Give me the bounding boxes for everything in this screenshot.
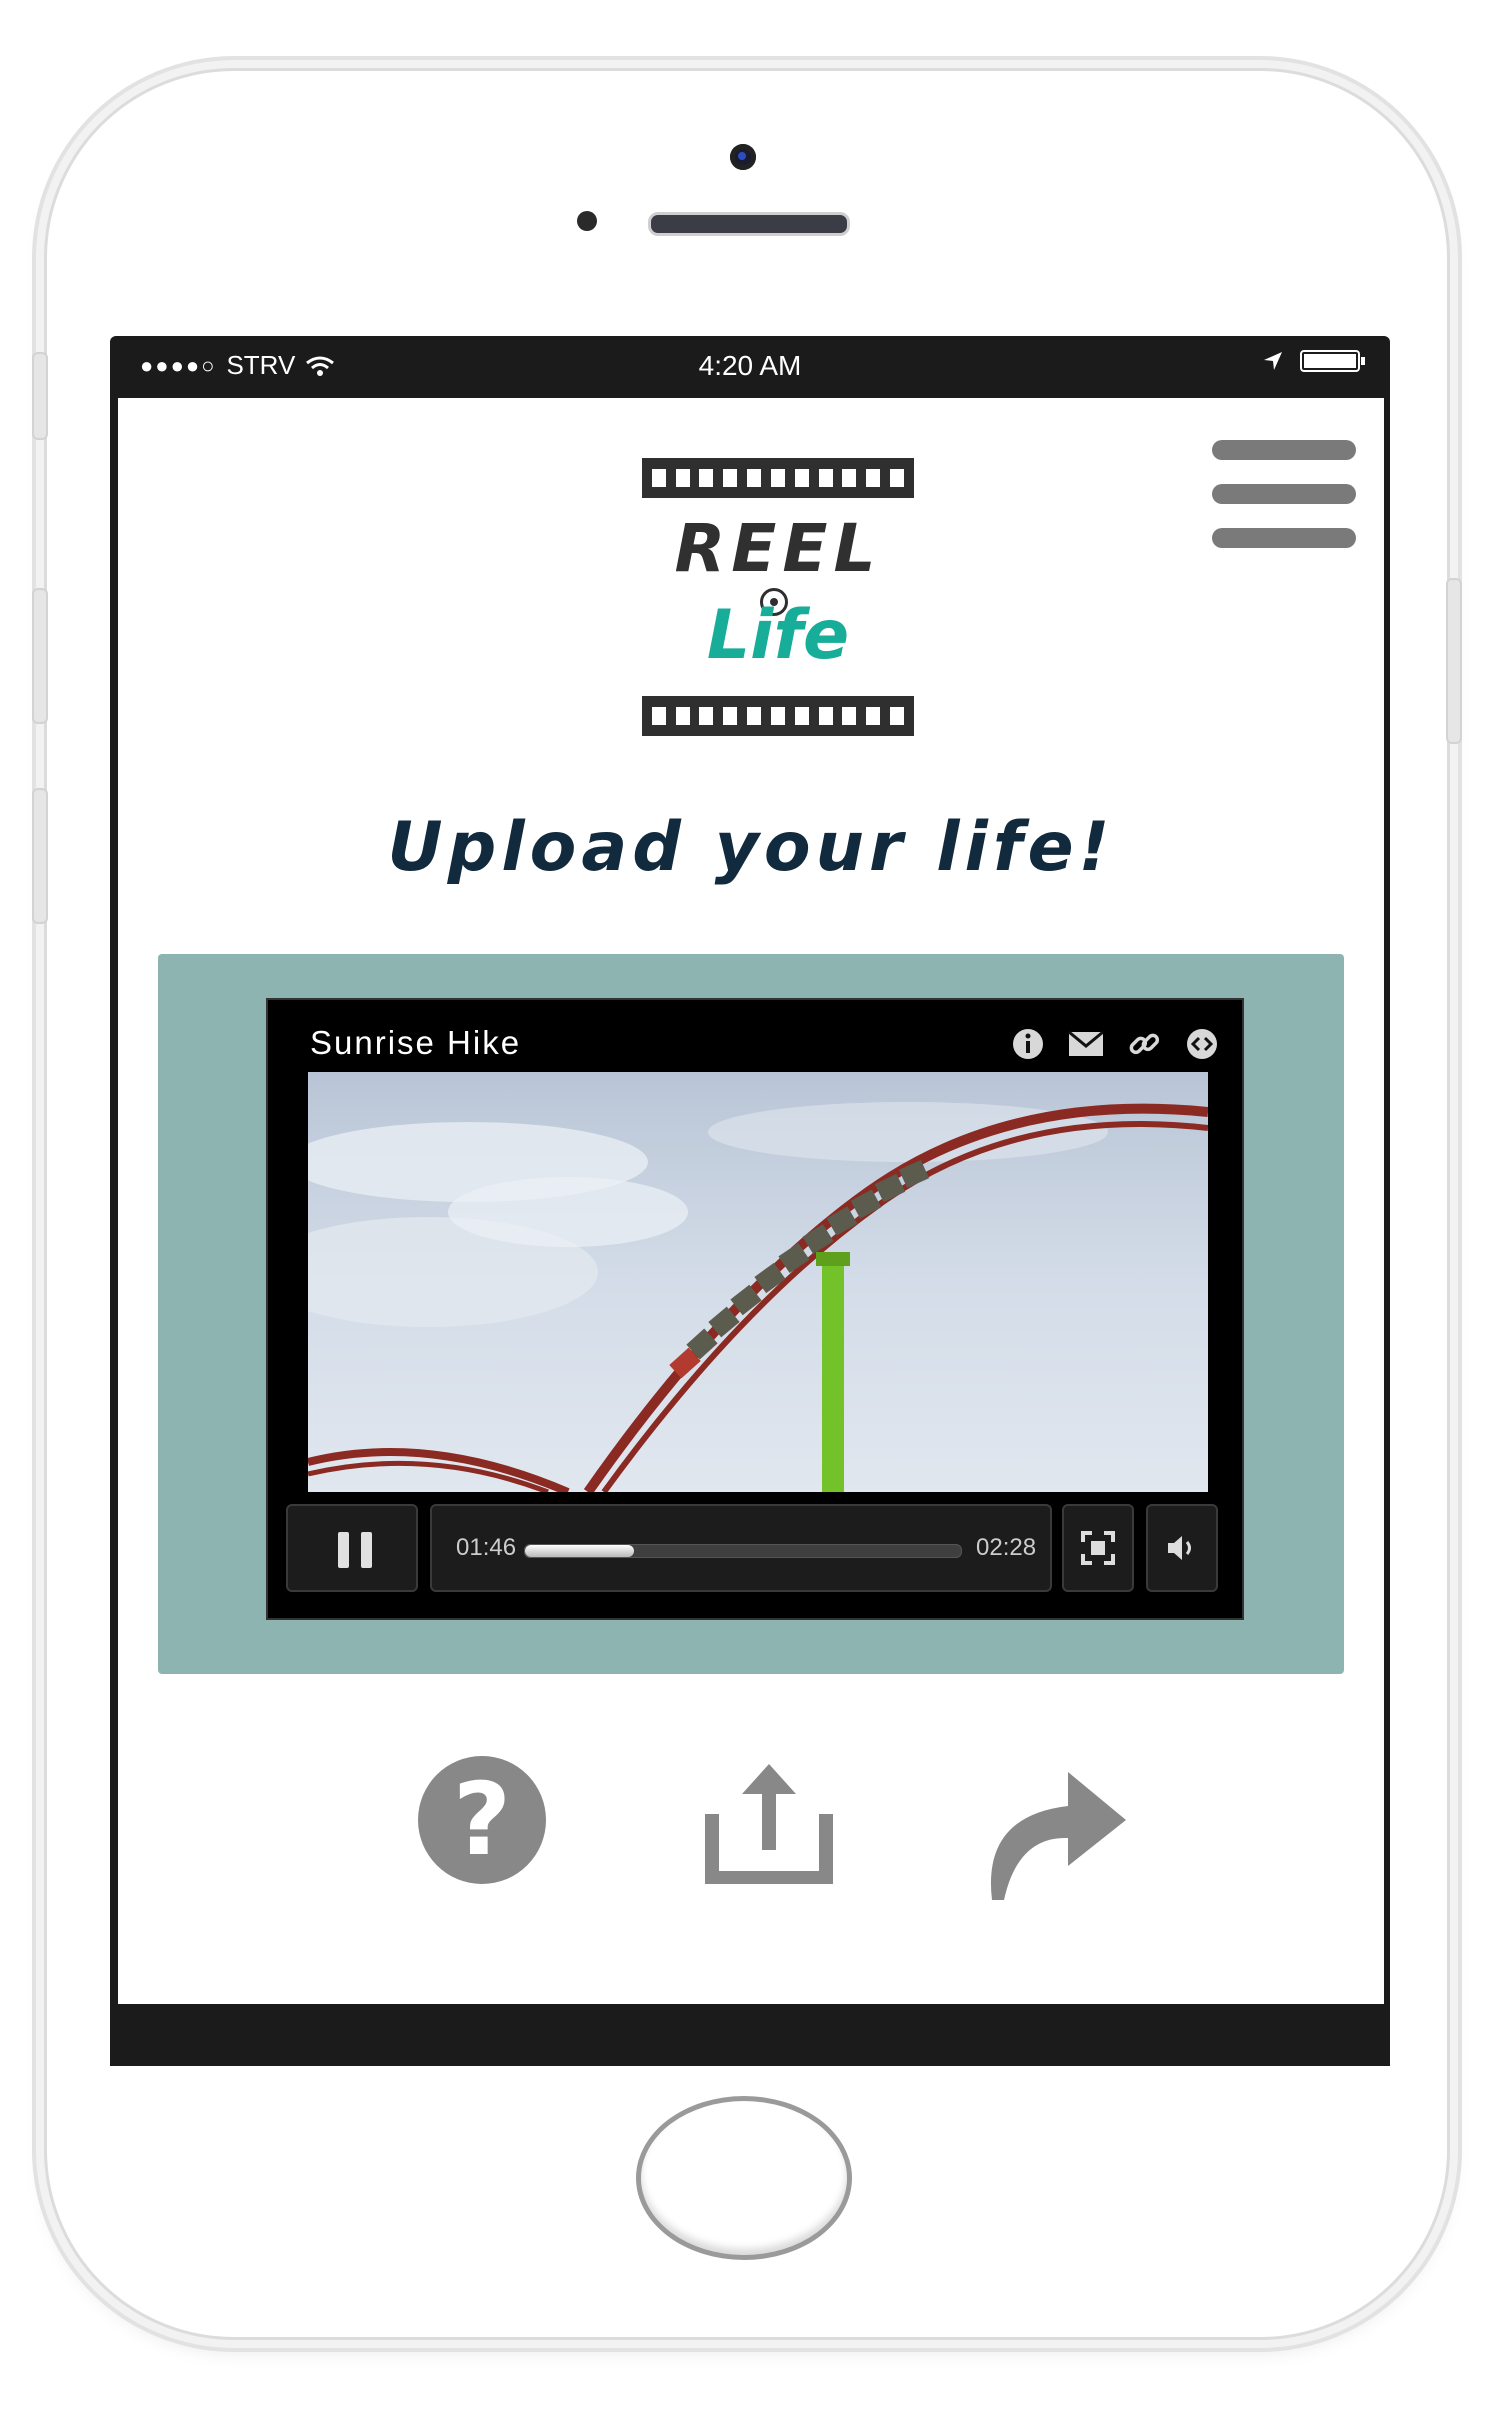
link-icon[interactable] [1126,1026,1162,1062]
logo-word-reel: REEL [674,510,882,587]
location-arrow-icon [1264,352,1282,370]
bottom-actions: ? [118,1756,1384,1916]
logo-word-life: Life [706,596,850,675]
upload-icon[interactable] [704,1756,834,1884]
video-player[interactable]: Sunrise Hike 01:46 02:28 [266,998,1244,1620]
help-icon[interactable]: ? [418,1756,546,1884]
tagline: Upload your life! [387,808,1115,887]
side-button-volume-down [32,788,48,924]
status-right [1262,350,1365,372]
status-bar: ●●●●○ STRV 4:20 AM [110,336,1390,396]
front-camera [730,144,756,170]
video-actions [1010,1026,1220,1062]
film-strip-bottom [642,696,914,736]
side-button-mute [32,352,48,440]
screen-bottom-bar [110,2004,1390,2066]
video-title: Sunrise Hike [310,1024,522,1061]
fullscreen-button[interactable] [1062,1504,1134,1592]
hamburger-menu-icon[interactable] [1212,440,1356,548]
earpiece-speaker [648,212,850,236]
embed-icon[interactable] [1184,1026,1220,1062]
proximity-sensor [577,211,597,231]
progress-bar[interactable]: 01:46 02:28 [430,1504,1052,1592]
total-duration: 02:28 [976,1534,1037,1561]
side-button-power [1446,578,1462,744]
side-button-volume-up [32,588,48,724]
film-strip-top [642,458,914,498]
progress-fill [525,1545,634,1557]
reel-life-logo[interactable]: REEL Life [642,458,914,736]
video-panel: Sunrise Hike 01:46 02:28 [158,954,1344,1674]
progress-track[interactable] [524,1544,962,1558]
email-icon[interactable] [1068,1026,1104,1062]
pause-icon [338,1532,372,1568]
video-frame-roller-coaster[interactable] [308,1072,1208,1492]
battery-icon [1300,350,1365,372]
status-time: 4:20 AM [698,350,802,381]
app-screen: REEL Life Upload your life! Sunrise Hike [118,398,1384,2004]
volume-icon [1168,1536,1191,1560]
home-button[interactable] [636,2096,852,2260]
fullscreen-icon [1081,1531,1115,1565]
elapsed-time: 01:46 [456,1534,517,1561]
pause-button[interactable] [286,1504,418,1592]
info-icon[interactable] [1010,1026,1046,1062]
player-controls: 01:46 02:28 [286,1504,1226,1594]
share-icon[interactable] [978,1756,1128,1906]
volume-button[interactable] [1146,1504,1218,1592]
